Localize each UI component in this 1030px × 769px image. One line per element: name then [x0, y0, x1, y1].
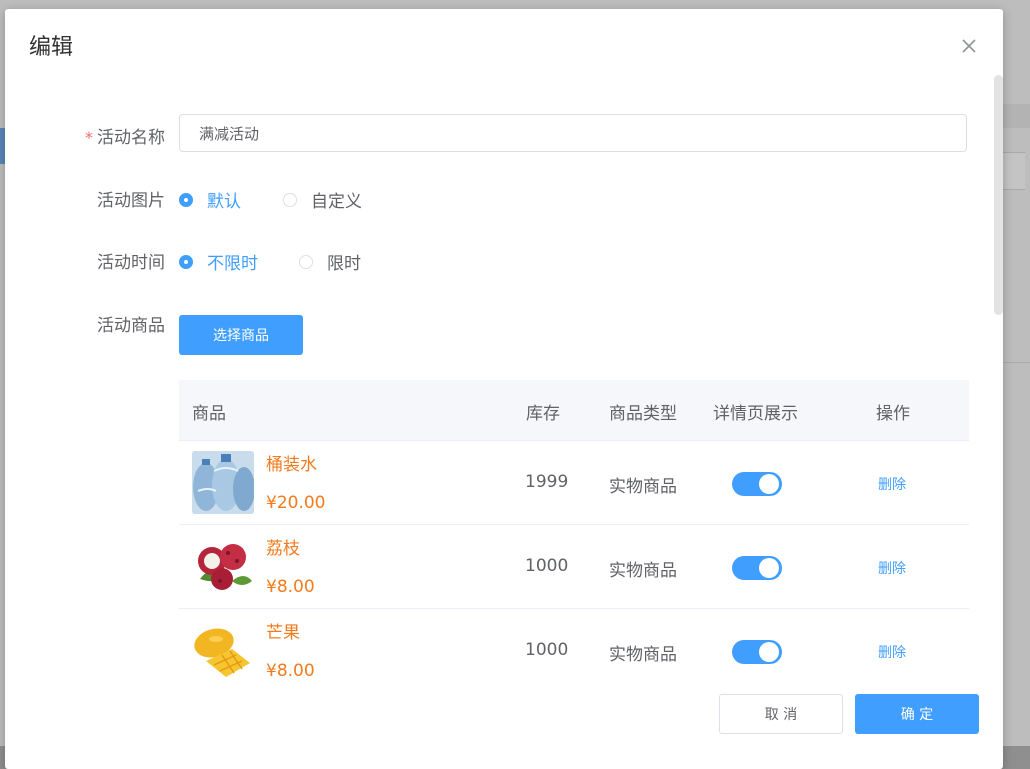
- table-header: 商品 库存 商品类型 详情页展示 操作: [179, 380, 969, 441]
- close-button[interactable]: [957, 34, 981, 58]
- select-goods-button[interactable]: 选择商品: [179, 315, 303, 355]
- table-row: 芒果 ¥8.00 1000 实物商品 删除: [179, 609, 969, 692]
- radio-label: 自定义: [311, 192, 362, 212]
- name-label: * 活动名称: [85, 128, 165, 148]
- required-mark: *: [85, 128, 93, 147]
- close-icon: [962, 39, 976, 53]
- time-label: 活动时间: [97, 253, 165, 273]
- goods-label: 活动商品: [97, 316, 165, 336]
- radio-label: 限时: [327, 254, 361, 274]
- edit-dialog: 编辑 *活动名称 活动图片 默认 自定义 活动时间 不限时 限时: [5, 9, 1003, 769]
- radio-dot-checked: [179, 254, 193, 269]
- detail-show-toggle[interactable]: [732, 472, 782, 496]
- radio-label: 不限时: [207, 254, 258, 274]
- confirm-button[interactable]: 确 定: [855, 694, 979, 734]
- radio-image-default[interactable]: 默认: [179, 187, 241, 212]
- delete-link[interactable]: 删除: [878, 642, 906, 662]
- radio-dot: [283, 192, 297, 207]
- product-stock: 1000: [525, 640, 569, 660]
- th-stock: 库存: [526, 404, 560, 424]
- radio-dot-checked: [179, 192, 193, 207]
- image-label: 活动图片: [97, 191, 165, 211]
- mango-image: [192, 619, 254, 682]
- product-type: 实物商品: [609, 477, 677, 497]
- activity-name-input[interactable]: [179, 114, 967, 152]
- product-name: 芒果: [266, 623, 300, 643]
- table-row: 桶装水 ¥20.00 1999 实物商品 删除: [179, 441, 969, 525]
- table-row: 荔枝 ¥8.00 1000 实物商品 删除: [179, 525, 969, 609]
- product-price: ¥8.00: [266, 577, 315, 597]
- product-name: 荔枝: [266, 539, 300, 559]
- goods-table: 商品 库存 商品类型 详情页展示 操作 桶装水 ¥20.00 1999 实物商品…: [179, 380, 969, 692]
- radio-dot: [299, 254, 313, 269]
- radio-time-limited[interactable]: 限时: [299, 249, 361, 274]
- product-stock: 1000: [525, 556, 569, 576]
- product-type: 实物商品: [609, 645, 677, 665]
- dialog-title: 编辑: [29, 35, 74, 60]
- product-name: 桶装水: [266, 455, 317, 475]
- delete-link[interactable]: 删除: [878, 474, 906, 494]
- detail-show-toggle[interactable]: [732, 556, 782, 580]
- delete-link[interactable]: 删除: [878, 558, 906, 578]
- th-product: 商品: [192, 404, 226, 424]
- product-price: ¥20.00: [266, 493, 326, 513]
- th-type: 商品类型: [609, 404, 677, 424]
- product-price: ¥8.00: [266, 661, 315, 681]
- cancel-button[interactable]: 取 消: [719, 694, 843, 734]
- th-action: 操作: [876, 404, 910, 424]
- radio-time-unlimited[interactable]: 不限时: [179, 249, 258, 274]
- product-stock: 1999: [525, 472, 569, 492]
- water-bottle-image: [192, 451, 254, 514]
- radio-label: 默认: [207, 192, 241, 212]
- th-detail-show: 详情页展示: [713, 404, 798, 424]
- product-type: 实物商品: [609, 561, 677, 581]
- scrollbar-thumb[interactable]: [994, 75, 1003, 315]
- radio-image-custom[interactable]: 自定义: [283, 187, 362, 212]
- detail-show-toggle[interactable]: [732, 640, 782, 664]
- lychee-image: [192, 535, 254, 598]
